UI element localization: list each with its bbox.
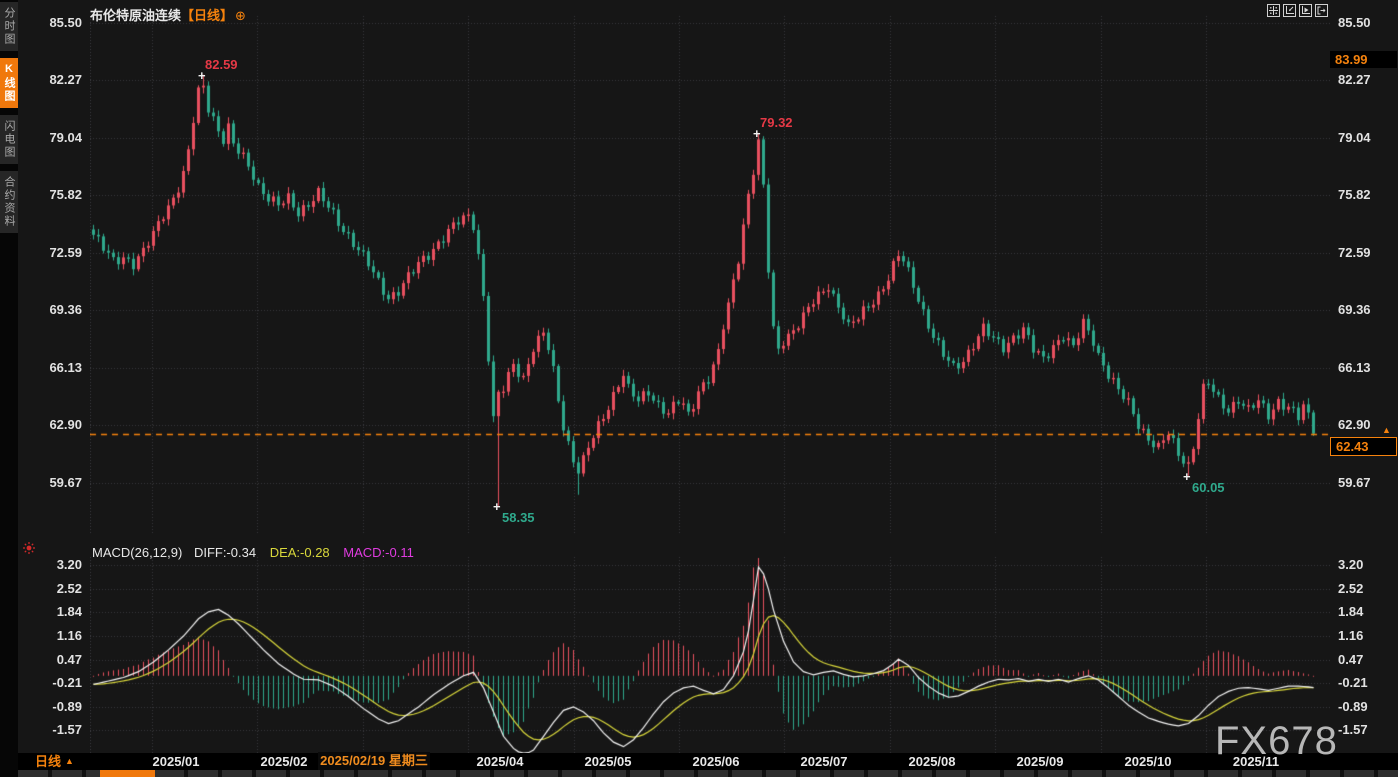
last-price-box: 62.43 — [1330, 437, 1397, 456]
price-tick-right: 75.82 — [1338, 187, 1396, 203]
sidebar-tab-3[interactable]: 合约资料 — [0, 171, 18, 233]
price-tick-left: 69.36 — [30, 302, 82, 318]
extreme-cross-marker: + — [493, 500, 501, 513]
macd-tick-right: 1.84 — [1338, 604, 1396, 620]
price-tick-right: 79.04 — [1338, 130, 1396, 146]
month-label: 2025/07 — [789, 753, 859, 770]
chart-title: 布伦特原油连续【日线】⊕ — [90, 5, 246, 24]
macd-tick-left: 1.16 — [30, 628, 82, 644]
price-tick-right: 59.67 — [1338, 475, 1396, 491]
macd-tick-right: 2.52 — [1338, 581, 1396, 597]
watermark: FX678 — [1215, 719, 1338, 764]
period-selector[interactable]: 日线▲ — [35, 752, 74, 770]
candlestick-chart-canvas[interactable] — [90, 0, 1330, 770]
price-tick-right: 66.13 — [1338, 360, 1396, 376]
month-label: 2025/01 — [141, 753, 211, 770]
extreme-price-label: 79.32 — [760, 115, 793, 130]
macd-tick-right: -1.57 — [1338, 722, 1396, 738]
month-label: 2025/05 — [573, 753, 643, 770]
price-tick-left: 75.82 — [30, 187, 82, 203]
trading-app: { "header": {"symbol": "布伦特原油连续", "perio… — [0, 0, 1398, 777]
month-label: 2025/09 — [1005, 753, 1075, 770]
add-indicator-icon[interactable]: ⊕ — [235, 8, 246, 23]
chart-toolbar — [1267, 4, 1328, 17]
horizontal-scrollbar[interactable] — [18, 770, 1398, 777]
macd-tick-right: 1.16 — [1338, 628, 1396, 644]
macd-diff-value: DIFF:-0.34 — [194, 545, 256, 560]
macd-tick-left: -1.57 — [30, 722, 82, 738]
macd-tick-left: -0.89 — [30, 699, 82, 715]
month-label: 2025/04 — [465, 753, 535, 770]
month-label: 2025/02 — [249, 753, 319, 770]
period-tag: 【日线】 — [181, 8, 233, 23]
macd-dea-value: DEA:-0.28 — [270, 545, 330, 560]
price-tick-right: 72.59 — [1338, 245, 1396, 261]
price-up-arrow-icon: ▲ — [1382, 426, 1391, 435]
price-tick-right: 85.50 — [1338, 15, 1396, 31]
extreme-price-label: 58.35 — [502, 510, 535, 525]
price-tick-left: 82.27 — [30, 72, 82, 88]
price-tick-left: 62.90 — [30, 417, 82, 433]
scrollbar-thumb[interactable] — [100, 770, 155, 777]
month-label: 2025/10 — [1113, 753, 1183, 770]
month-label: 2025/06 — [681, 753, 751, 770]
macd-tick-left: 2.52 — [30, 581, 82, 597]
price-tick-left: 72.59 — [30, 245, 82, 261]
crosshair-icon[interactable] — [1267, 4, 1280, 17]
macd-tick-left: -0.21 — [30, 675, 82, 691]
axis-play-icon[interactable] — [1299, 4, 1312, 17]
extreme-price-label: 82.59 — [205, 57, 238, 72]
price-tick-left: 59.67 — [30, 475, 82, 491]
period-dropdown-arrow-icon: ▲ — [65, 756, 74, 766]
macd-tick-left: 3.20 — [30, 557, 82, 573]
macd-tick-right: -0.89 — [1338, 699, 1396, 715]
crosshair-date-label: 2025/02/19 星期三 — [318, 752, 430, 770]
macd-tick-left: 1.84 — [30, 604, 82, 620]
macd-settings-icon[interactable] — [22, 541, 36, 560]
macd-header: MACD(26,12,9) DIFF:-0.34 DEA:-0.28 MACD:… — [92, 545, 414, 560]
sidebar: 分时图 K线图闪电图合约资料 — [0, 0, 18, 777]
price-tick-right: 82.27 — [1338, 72, 1396, 88]
macd-tick-right: 0.47 — [1338, 652, 1396, 668]
macd-tick-right: -0.21 — [1338, 675, 1396, 691]
symbol-name: 布伦特原油连续 — [90, 8, 181, 23]
month-label: 2025/08 — [897, 753, 967, 770]
price-tick-right: 69.36 — [1338, 302, 1396, 318]
extreme-cross-marker: + — [1183, 470, 1191, 483]
axis-zoom-icon[interactable] — [1283, 4, 1296, 17]
price-tick-left: 79.04 — [30, 130, 82, 146]
extreme-price-label: 60.05 — [1192, 480, 1225, 495]
macd-name: MACD(26,12,9) — [92, 545, 182, 560]
sidebar-tab-1[interactable]: K线图 — [0, 58, 18, 108]
macd-value: MACD:-0.11 — [343, 545, 414, 560]
price-tick-left: 66.13 — [30, 360, 82, 376]
price-tick-left: 85.50 — [30, 15, 82, 31]
macd-tick-right: 3.20 — [1338, 557, 1396, 573]
sidebar-tab-2[interactable]: 闪电图 — [0, 115, 18, 164]
macd-tick-left: 0.47 — [30, 652, 82, 668]
upper-price-marker: 83.99 — [1330, 51, 1397, 68]
sidebar-tab-0[interactable]: 分时图 — [0, 2, 18, 51]
exit-icon[interactable] — [1315, 4, 1328, 17]
